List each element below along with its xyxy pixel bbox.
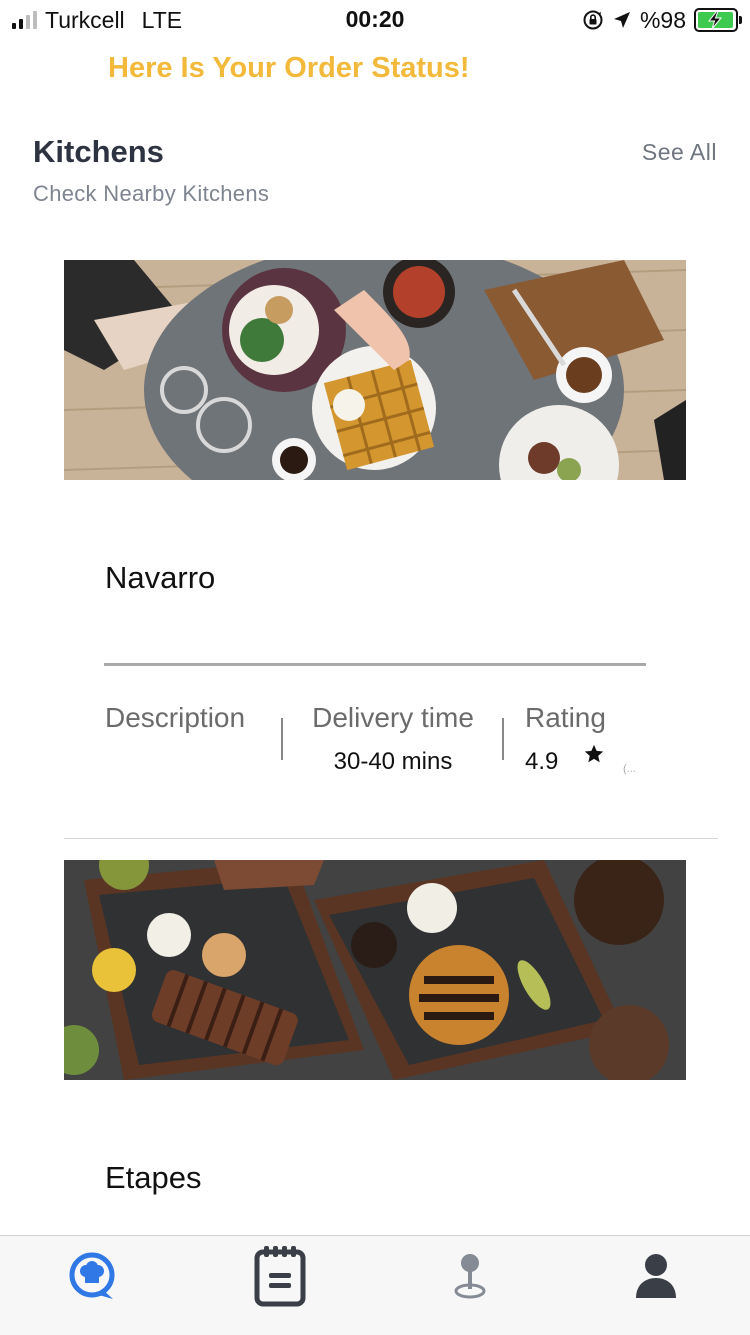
description-label: Description — [105, 702, 246, 733]
profile-icon — [636, 1254, 676, 1298]
battery-percent: %98 — [639, 6, 686, 33]
order-status-title[interactable]: Here Is Your Order Status! — [108, 52, 470, 85]
battery-icon — [694, 8, 742, 32]
location-arrow-icon — [613, 12, 630, 28]
tab-kitchens[interactable] — [63, 1246, 123, 1306]
kitchen-name[interactable]: Navarro — [105, 560, 215, 596]
kitchen-name[interactable]: Etapes — [105, 1160, 202, 1196]
rating-count-note: (... — [623, 763, 636, 775]
tab-profile[interactable] — [626, 1246, 686, 1306]
column-separator — [502, 718, 504, 760]
delivery-value: 30-40 mins — [333, 748, 453, 775]
rating-label: Rating — [525, 702, 606, 733]
location-pin-icon — [454, 1254, 486, 1299]
column-separator — [281, 718, 283, 760]
kitchen-image-navarro[interactable] — [64, 260, 686, 480]
see-all-link[interactable]: See All — [642, 139, 717, 166]
section-title: Kitchens — [33, 134, 164, 169]
delivery-column: Delivery time 30-40 mins — [303, 702, 483, 776]
section-subtitle: Check Nearby Kitchens — [33, 181, 270, 206]
tab-bar — [0, 1235, 750, 1335]
tab-orders[interactable] — [250, 1246, 310, 1307]
status-bar: Turkcell LTE 00:20 %98 — [0, 0, 750, 40]
name-divider — [104, 663, 646, 666]
status-right: %98 — [582, 6, 742, 34]
kitchen-image-etapes[interactable] — [64, 860, 686, 1080]
orientation-lock-icon — [583, 10, 603, 30]
chef-chat-icon — [69, 1252, 115, 1299]
description-column[interactable]: Description — [105, 702, 245, 734]
card-divider — [64, 838, 718, 839]
star-icon — [584, 744, 604, 763]
orders-list-icon — [254, 1246, 306, 1307]
delivery-label: Delivery time — [312, 702, 474, 733]
tab-map[interactable] — [440, 1246, 500, 1306]
